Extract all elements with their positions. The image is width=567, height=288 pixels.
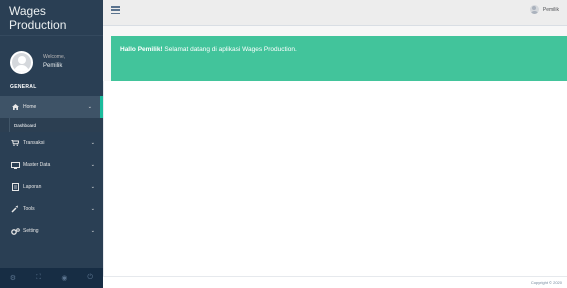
home-icon [10,104,20,110]
home-submenu: Dashboard [0,118,103,132]
cogs-icon [10,227,20,235]
sidebar-item-home[interactable]: Home ⌄ [0,96,103,118]
chevron-down-icon: ⌄ [90,162,95,168]
sidebar-footer: ⚙ ⛶ ◉ ⏻ [0,268,103,288]
sidebar-item-tools[interactable]: Tools ⌄ [0,198,103,220]
chevron-down-icon: ⌄ [90,184,95,190]
copyright: Copyright © 2020 [530,280,562,285]
document-icon [10,183,20,191]
sidebar-item-label: Tools [23,206,35,212]
welcome-text: Welcome, [43,54,66,60]
menu-toggle-icon[interactable] [111,6,120,15]
wrench-icon [10,205,20,213]
profile: Welcome, Pemilik [0,36,103,80]
power-icon[interactable]: ⏻ [77,268,103,288]
chevron-down-icon: ⌄ [90,206,95,212]
sidebar-item-label: Laporan [23,184,42,190]
gear-icon[interactable]: ⚙ [0,268,26,288]
user-menu[interactable]: Pemilik [529,5,559,14]
sidebar-item-label: Master Data [23,162,51,168]
sidebar-item-label: Home [23,104,37,110]
desktop-icon [10,161,20,169]
sidebar-item-label: Transaksi [23,140,45,146]
eye-icon[interactable]: ◉ [52,268,78,288]
alert-greeting: Hallo Pemilik! [120,46,163,53]
section-label: GENERAL [10,84,37,90]
top-nav: Pemilik [103,0,567,26]
sidebar-item-setting[interactable]: Setting ⌄ [0,220,103,242]
chevron-down-icon: ⌄ [87,104,92,110]
avatar [10,50,33,74]
sidebar-item-master-data[interactable]: Master Data ⌄ [0,154,103,176]
alert-message: Selamat datang di aplikasi Wages Product… [162,46,297,53]
chevron-down-icon: ⌄ [90,228,95,234]
footer: Copyright © 2020 [103,276,567,288]
user-avatar [529,5,539,14]
sidebar-item-transaksi[interactable]: Transaksi ⌄ [0,132,103,154]
sidebar: Wages Production Welcome, Pemilik GENERA… [0,0,103,288]
content-panel [103,81,567,276]
sidebar-item-label: Setting [23,228,39,234]
brand[interactable]: Wages Production [0,0,103,36]
fullscreen-icon[interactable]: ⛶ [26,268,52,288]
welcome-alert: Hallo Pemilik! Selamat datang di aplikas… [111,36,567,81]
main-content: Hallo Pemilik! Selamat datang di aplikas… [103,26,567,276]
sidebar-item-laporan[interactable]: Laporan ⌄ [0,176,103,198]
user-name: Pemilik [542,6,559,13]
profile-name: Pemilik [43,63,63,69]
chevron-down-icon: ⌄ [90,140,95,146]
app-title: Wages Production [9,3,67,32]
cart-icon [10,140,20,146]
submenu-item-dashboard[interactable]: Dashboard [0,118,103,132]
sidebar-menu: Home ⌄ Dashboard Transaksi ⌄ Master Data… [0,96,103,242]
